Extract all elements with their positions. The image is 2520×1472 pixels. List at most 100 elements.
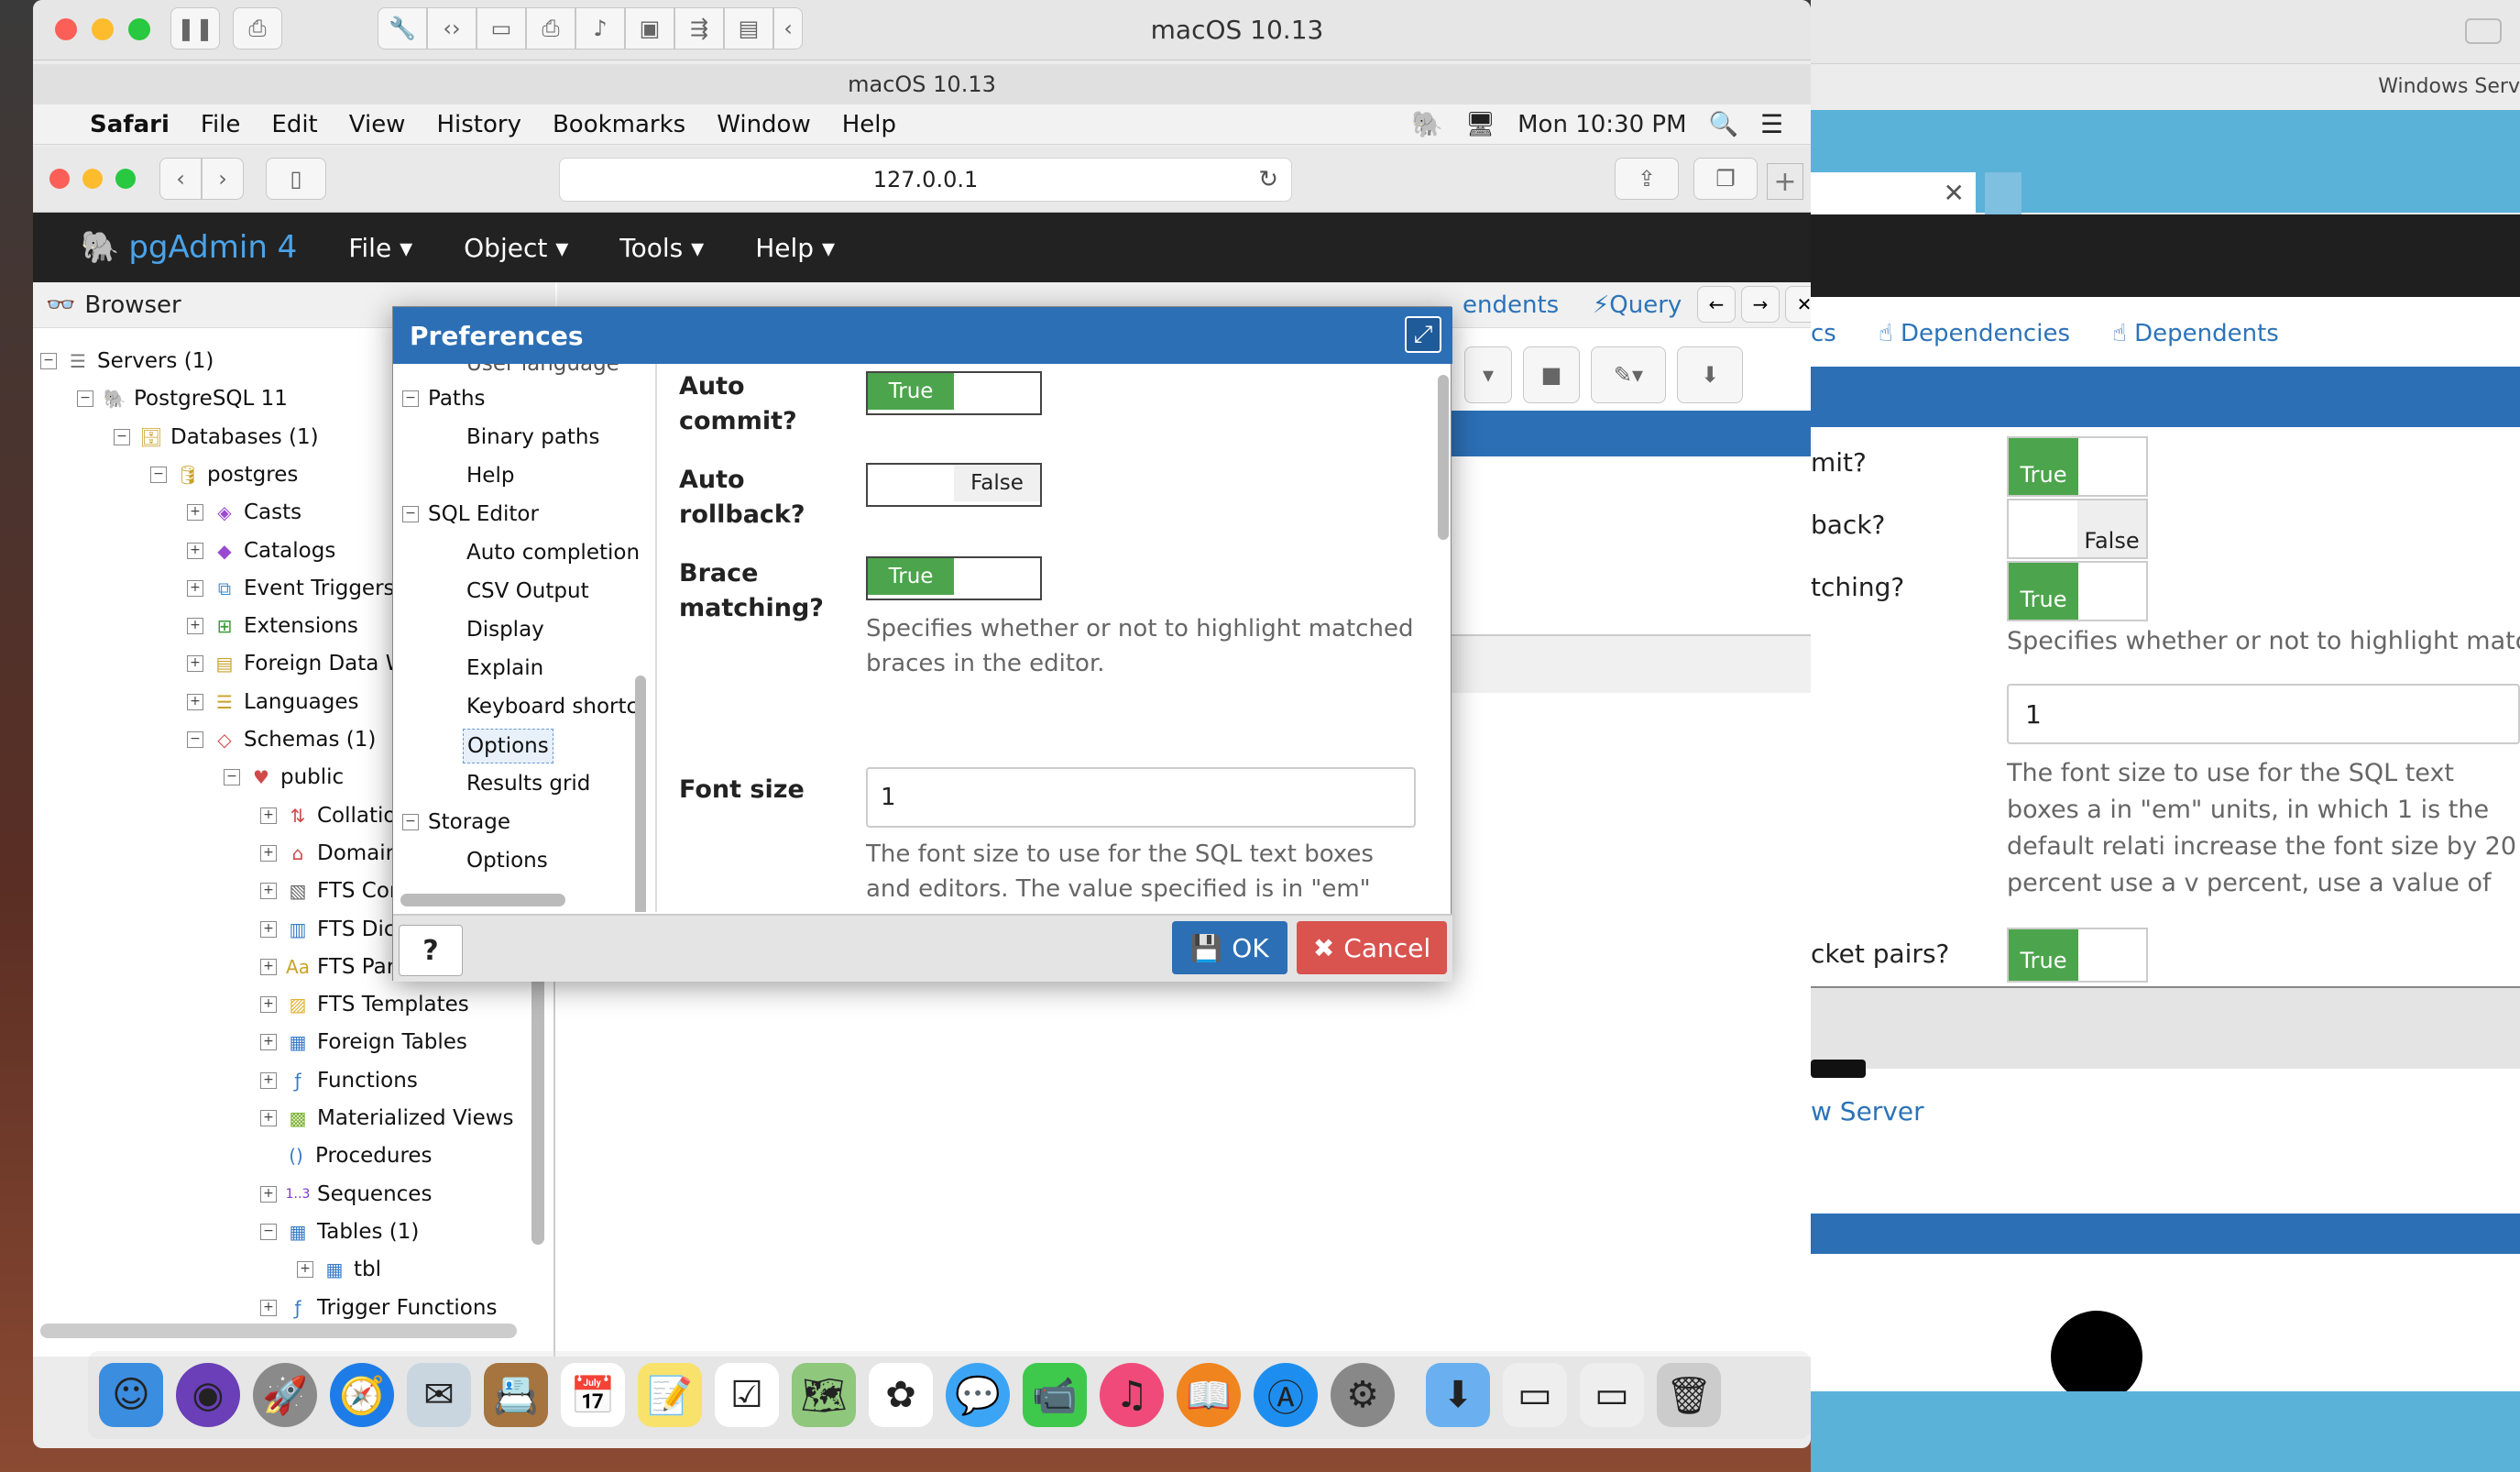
pref-sql-editor[interactable]: − SQL Editor xyxy=(402,498,539,531)
share-icon[interactable]: ⇪ xyxy=(1615,158,1679,200)
tree-item[interactable]: − ▦ Tables (1) xyxy=(260,1214,419,1250)
expand-icon[interactable]: + xyxy=(187,542,203,559)
pref-display[interactable]: Display xyxy=(466,613,544,646)
menu-app[interactable]: Safari xyxy=(90,111,170,138)
help-button[interactable]: ? xyxy=(399,925,463,976)
collapse-icon[interactable]: − xyxy=(260,1223,277,1240)
siri-icon[interactable]: ◉ xyxy=(176,1363,240,1427)
menu-history[interactable]: History xyxy=(436,111,521,138)
app-store-icon[interactable]: Ⓐ xyxy=(1254,1363,1318,1427)
tab-dependencies[interactable]: ☝ Dependencies xyxy=(1879,320,2070,347)
tree-item[interactable]: + ⇅ Collation xyxy=(260,797,410,834)
document-2-icon[interactable]: ▭ xyxy=(1580,1363,1644,1427)
prefs-tree-hscroll[interactable] xyxy=(400,894,565,906)
reminders-icon[interactable]: ☑ xyxy=(715,1363,779,1427)
safari-minimize-icon[interactable] xyxy=(82,169,103,189)
font-size-input[interactable]: 1 xyxy=(866,767,1416,828)
pg-menu-file[interactable]: File ▾ xyxy=(348,233,412,263)
expand-icon[interactable]: + xyxy=(187,618,203,635)
expand-icon[interactable]: + xyxy=(260,807,277,824)
tree-item[interactable]: + ƒ Trigger Functions xyxy=(260,1290,497,1326)
browser-hscroll[interactable] xyxy=(40,1324,517,1338)
menu-bookmarks[interactable]: Bookmarks xyxy=(553,111,685,138)
tree-item[interactable]: + ▨ FTS Templates xyxy=(260,986,469,1023)
list-icon[interactable]: ☰ xyxy=(1760,109,1783,139)
expand-icon[interactable]: + xyxy=(260,1034,277,1051)
itunes-icon[interactable]: ♫ xyxy=(1100,1363,1164,1427)
expand-icon[interactable]: + xyxy=(260,958,277,975)
collapse-icon[interactable]: − xyxy=(402,506,419,522)
finder-icon[interactable]: ☺ xyxy=(99,1363,163,1427)
expand-icon[interactable]: + xyxy=(187,504,203,522)
mail-icon[interactable]: ✉ xyxy=(407,1363,471,1427)
auto-commit-toggle[interactable]: True xyxy=(866,371,1042,415)
tree-item[interactable]: − ☰ Servers (1) xyxy=(40,343,214,379)
windows-toggle-bracket[interactable]: True xyxy=(2007,928,2148,983)
search-icon[interactable]: 🔍 xyxy=(1709,111,1738,138)
url-bar[interactable]: 127.0.0.1 ↻ xyxy=(559,158,1292,202)
expand-icon[interactable]: + xyxy=(187,693,203,710)
tabs-icon[interactable]: ❐ xyxy=(1693,158,1758,200)
pg-menu-tools[interactable]: Tools ▾ xyxy=(619,233,704,263)
tree-item[interactable]: + ⊞ Extensions xyxy=(187,608,358,644)
notes-icon[interactable]: 📝 xyxy=(638,1363,702,1427)
pref-csv-output[interactable]: CSV Output xyxy=(466,575,589,608)
pref-options-selected[interactable]: Options xyxy=(463,729,553,763)
tree-item[interactable]: + ▩ Materialized Views xyxy=(260,1100,514,1137)
close-icon[interactable]: ✕ xyxy=(1944,178,1965,208)
tree-item[interactable]: − ♥ public xyxy=(224,759,344,796)
windows-toggle-matching[interactable]: True xyxy=(2007,561,2148,621)
pg-menu-help[interactable]: Help ▾ xyxy=(755,233,835,263)
tree-item[interactable]: + ▤ Foreign Data W xyxy=(187,645,406,682)
pref-keyboard-shortcuts[interactable]: Keyboard shortc xyxy=(466,690,638,723)
collapse-icon[interactable]: − xyxy=(402,390,419,407)
expand-icon[interactable]: + xyxy=(260,920,277,938)
menu-file[interactable]: File xyxy=(201,111,241,138)
expand-icon[interactable]: + xyxy=(260,1185,277,1203)
menu-window[interactable]: Window xyxy=(717,111,811,138)
download-icon[interactable]: ⬇ xyxy=(1677,346,1743,403)
expand-icon[interactable]: + xyxy=(260,1110,277,1126)
collapse-icon[interactable]: − xyxy=(77,390,93,408)
collapse-icon[interactable]: − xyxy=(114,428,130,445)
tree-item[interactable]: + ◈ Casts xyxy=(187,494,301,531)
messages-icon[interactable]: 💬 xyxy=(946,1363,1010,1427)
pref-results-grid[interactable]: Results grid xyxy=(466,767,590,800)
downloads-folder-icon[interactable]: ⬇ xyxy=(1426,1363,1490,1427)
expand-icon[interactable]: + xyxy=(187,579,203,597)
clock[interactable]: Mon 10:30 PM xyxy=(1517,111,1686,138)
safari-close-icon[interactable] xyxy=(49,169,70,189)
elephant-status-icon[interactable]: 🐘 xyxy=(1411,109,1443,139)
windows-toggle-commit[interactable]: True xyxy=(2007,436,2148,497)
new-tab-icon[interactable]: + xyxy=(1767,163,1803,200)
trash-icon[interactable]: 🗑 xyxy=(1657,1363,1721,1427)
forward-icon[interactable]: › xyxy=(202,158,244,200)
prefs-tree-vscroll[interactable] xyxy=(635,676,646,912)
prefs-form-vscroll[interactable] xyxy=(1438,375,1449,540)
windows-new-tab[interactable] xyxy=(1985,172,2021,214)
tab-dependents[interactable]: ☝ Dependents xyxy=(2112,320,2279,347)
expand-icon[interactable]: + xyxy=(260,996,277,1014)
tree-item[interactable]: +1..3 Sequences xyxy=(260,1176,432,1213)
pg-menu-object[interactable]: Object ▾ xyxy=(464,233,568,263)
launchpad-icon[interactable]: 🚀 xyxy=(253,1363,317,1427)
collapse-icon[interactable]: − xyxy=(224,769,240,786)
pref-storage[interactable]: − Storage xyxy=(402,806,510,839)
tree-item[interactable]: + ▥ FTS Dict xyxy=(260,911,404,948)
brace-matching-toggle[interactable]: True xyxy=(866,556,1042,600)
tree-item[interactable]: + Aa FTS Pars xyxy=(260,949,406,985)
fullscreen-icon[interactable] xyxy=(2465,18,2502,44)
tree-item[interactable]: + ▦ tbl xyxy=(297,1251,381,1288)
pref-auto-completion[interactable]: Auto completion xyxy=(466,536,640,569)
tree-item[interactable]: + ⧉ Event Triggers xyxy=(187,570,395,607)
expand-icon[interactable]: ⤢ xyxy=(1405,316,1441,353)
tab-statistics[interactable]: cs xyxy=(1811,320,1836,347)
expand-icon[interactable]: + xyxy=(297,1261,313,1279)
collapse-icon[interactable]: − xyxy=(150,466,167,483)
tree-item[interactable]: + ▦ Foreign Tables xyxy=(260,1024,467,1060)
safari-maximize-icon[interactable] xyxy=(115,169,136,189)
collapse-icon[interactable]: − xyxy=(40,353,57,369)
expand-icon[interactable]: + xyxy=(260,883,277,900)
pref-user-language[interactable]: User language xyxy=(466,364,619,380)
photos-icon[interactable]: ✿ xyxy=(869,1363,933,1427)
